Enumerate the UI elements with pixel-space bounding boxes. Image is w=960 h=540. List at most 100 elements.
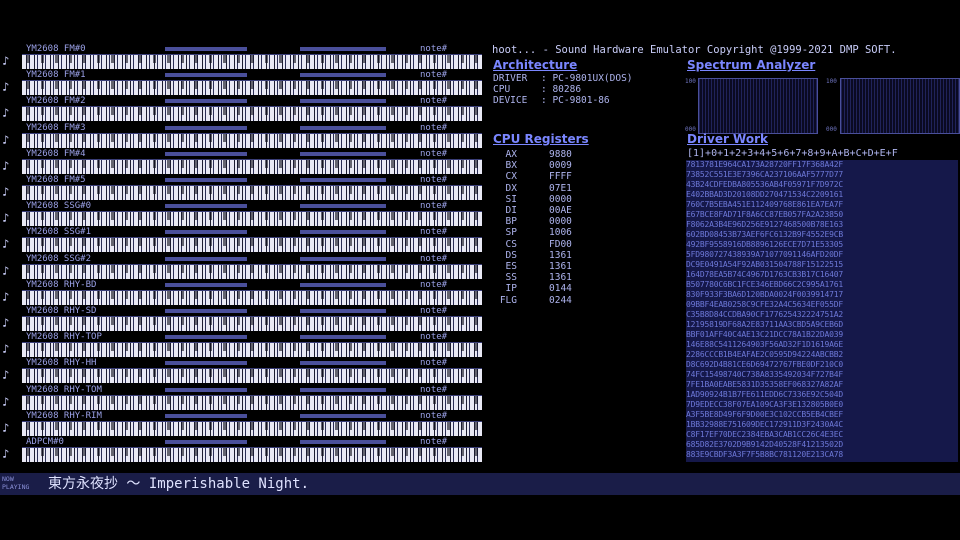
speaker-icon[interactable]: ♪	[2, 185, 18, 199]
channel-row[interactable]: ♪ YM2608 SSG#0 note#	[0, 201, 486, 227]
register-value: 1361	[549, 249, 572, 261]
channel-row[interactable]: ♪ YM2608 FM#1 note#	[0, 70, 486, 96]
speaker-icon[interactable]: ♪	[2, 106, 18, 120]
speaker-icon[interactable]: ♪	[2, 421, 18, 435]
register-row: AX 9880	[493, 149, 572, 160]
speaker-icon[interactable]: ♪	[2, 159, 18, 173]
spectrum-left-channel	[698, 78, 818, 134]
channel-level-bar	[165, 178, 247, 182]
channel-level-bar	[165, 413, 247, 418]
driver-work-row: 685D82E3702D9B9142D40528F41213502D	[686, 440, 843, 449]
architecture-value: :	[541, 95, 553, 106]
channel-note: note#	[420, 358, 448, 369]
driver-work-row: 1AD90924B1B7FE611EDD6C7336E92C504D	[686, 390, 843, 399]
channel-row[interactable]: ♪ YM2608 FM#2 note#	[0, 96, 486, 122]
piano-keyboard	[22, 420, 482, 436]
speaker-icon[interactable]: ♪	[2, 237, 18, 251]
speaker-icon[interactable]: ♪	[2, 395, 18, 409]
channel-volume-bar	[300, 309, 386, 313]
channel-row[interactable]: ♪ ADPCM#0 note#	[0, 437, 486, 463]
register-value: FFFF	[549, 171, 572, 183]
channel-note: note#	[420, 122, 448, 133]
channel-row[interactable]: ♪ YM2608 RHY-SD note#	[0, 306, 486, 332]
driver-work-row: 492BF9558916DB8896126ECE7D71E53305	[686, 240, 843, 249]
driver-work-column-header: [1]+0+1+2+3+4+5+6+7+8+9+A+B+C+D+E+F	[687, 148, 898, 159]
speaker-icon[interactable]: ♪	[2, 368, 18, 382]
channel-note: note#	[420, 44, 448, 54]
channel-row[interactable]: ♪ YM2608 SSG#2 note#	[0, 254, 486, 280]
register-name: CX	[505, 171, 517, 183]
speaker-icon[interactable]: ♪	[2, 264, 18, 278]
piano-keyboard	[22, 289, 482, 305]
channel-level-bar	[165, 256, 247, 261]
architecture-key: DEVICE	[493, 95, 528, 106]
channel-volume-bar	[300, 47, 386, 51]
piano-keyboard	[22, 368, 482, 384]
driver-work-row: BBF01AFF40C4AE13C21DCC78A1B22DA039	[686, 330, 843, 339]
piano-keyboard	[22, 447, 482, 462]
channel-row[interactable]: ♪ YM2608 RHY-HH note#	[0, 358, 486, 384]
driver-work-row: 5FD980727438939A71077091146AFD20DF	[686, 250, 843, 259]
channel-volume-bar	[300, 387, 386, 392]
driver-work-row: 7D9EDECC38F07EA109CA3F3E132805B0E0	[686, 400, 843, 409]
channel-name: YM2608 SSG#2	[26, 253, 92, 264]
speaker-icon[interactable]: ♪	[2, 447, 18, 461]
channel-volume-bar	[300, 204, 386, 209]
piano-keyboard	[22, 394, 482, 410]
channel-note: note#	[420, 306, 448, 316]
channel-row[interactable]: ♪ YM2608 FM#5 note#	[0, 175, 486, 201]
channel-row[interactable]: ♪ YM2608 RHY-RIM note#	[0, 411, 486, 437]
piano-keyboard	[22, 132, 482, 148]
register-value: FD00	[549, 238, 572, 250]
piano-keyboard	[22, 54, 482, 69]
channel-row[interactable]: ♪ YM2608 SSG#1 note#	[0, 227, 486, 253]
speaker-icon[interactable]: ♪	[2, 133, 18, 147]
driver-work-memory-grid: 7813781E964CA173A28720FF17F368A42F 73852C…	[686, 160, 958, 462]
register-name: FLG	[499, 294, 517, 306]
channel-name: YM2608 FM#3	[26, 122, 86, 133]
channel-row[interactable]: ♪ YM2608 FM#4 note#	[0, 149, 486, 175]
driver-work-row: 164D78EA5B74C4967D1763CB3B17C16407	[686, 270, 843, 279]
architecture-value: :	[541, 73, 553, 84]
channel-row[interactable]: ♪ YM2608 FM#3 note#	[0, 123, 486, 149]
channel-row[interactable]: ♪ YM2608 RHY-TOM note#	[0, 385, 486, 411]
channel-level-bar	[165, 230, 247, 235]
driver-work-row: 74FC15498740C738A8335492034F727B4F	[686, 370, 843, 379]
channel-row[interactable]: ♪ YM2608 RHY-TOP note#	[0, 332, 486, 358]
register-row: DX 07E1	[493, 183, 572, 194]
speaker-icon[interactable]: ♪	[2, 80, 18, 94]
piano-keyboard	[22, 342, 482, 358]
register-name: SI	[505, 193, 517, 205]
channel-row[interactable]: ♪ YM2608 FM#0 note#	[0, 44, 486, 70]
now-label: NOW	[2, 475, 14, 483]
driver-work-row: C8F17EF70DEC2384EBA3CAB1CC26C4E3EC	[686, 430, 843, 439]
channel-name: ADPCM#0	[26, 437, 64, 447]
architecture-row: DEVICE: PC-9801-86	[493, 95, 610, 106]
channel-name: YM2608 RHY-SD	[26, 306, 97, 316]
driver-work-row: C35B8D84CCDBA90CF177625432224751A2	[686, 310, 843, 319]
driver-work-row: 146E88C5411264903F56AD32F1D1619A6E	[686, 340, 843, 349]
channel-volume-bar	[300, 73, 386, 78]
speaker-icon[interactable]: ♪	[2, 211, 18, 225]
channel-row[interactable]: ♪ YM2608 RHY-BD note#	[0, 280, 486, 306]
channel-level-bar	[165, 204, 247, 209]
speaker-icon[interactable]: ♪	[2, 290, 18, 304]
driver-work-row: B507780C6BC1FCE346EBD66C2C995A1761	[686, 280, 843, 289]
speaker-icon[interactable]: ♪	[2, 316, 18, 330]
channel-level-bar	[165, 47, 247, 51]
register-value: 1361	[549, 261, 572, 272]
register-name: CS	[505, 238, 517, 250]
channel-name: YM2608 RHY-BD	[26, 279, 97, 290]
channel-name: YM2608 FM#4	[26, 148, 86, 159]
register-row: ES 1361	[493, 261, 572, 272]
register-row: DS 1361	[493, 250, 572, 261]
spectrum-scale-bottom-right: 000	[826, 126, 837, 133]
architecture-value: 80286	[552, 84, 582, 95]
driver-work-heading: Driver Work	[687, 132, 768, 146]
speaker-icon[interactable]: ♪	[2, 54, 18, 68]
register-value: 07E1	[549, 182, 572, 194]
register-name: BP	[505, 216, 517, 228]
register-value: 0144	[549, 283, 572, 295]
architecture-value: PC-9801-86	[552, 95, 610, 106]
speaker-icon[interactable]: ♪	[2, 342, 18, 356]
